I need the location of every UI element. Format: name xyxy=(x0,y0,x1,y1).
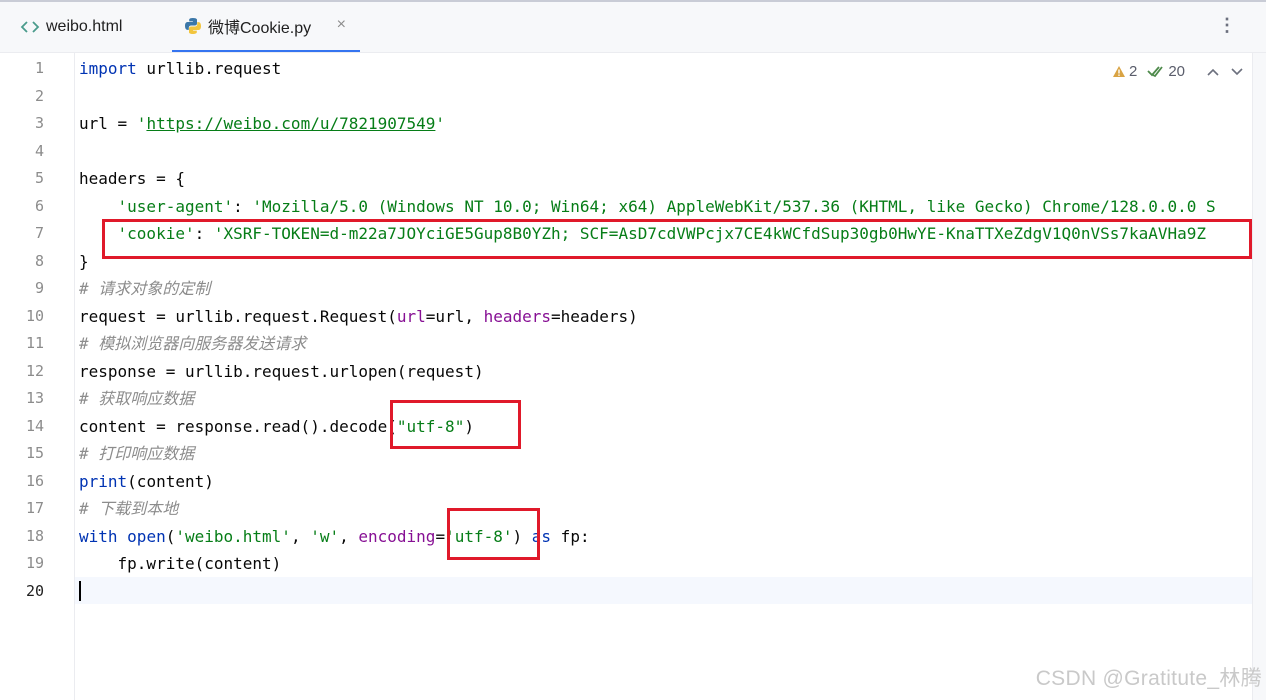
code-token: open xyxy=(127,526,166,546)
code-line[interactable]: 'user-agent': 'Mozilla/5.0 (Windows NT 1… xyxy=(79,193,1216,220)
tab-weibo-cookie-py[interactable]: 微博Cookie.py × xyxy=(172,2,360,52)
code-line[interactable]: import urllib.request xyxy=(79,55,281,82)
code-token: content = response.read().decode( xyxy=(79,416,397,436)
code-token: 'user-agent' xyxy=(117,196,234,216)
code-line[interactable]: url = 'https://weibo.com/u/7821907549' xyxy=(79,110,445,137)
warnings-count: 2 xyxy=(1129,62,1138,80)
code-line[interactable]: # 下载到本地 xyxy=(79,495,178,522)
warning-triangle-icon xyxy=(1113,65,1125,77)
python-icon xyxy=(184,17,202,35)
highlight-box-cookie xyxy=(102,219,1252,259)
tab-label: 微博Cookie.py xyxy=(208,20,312,37)
line-number: 18 xyxy=(25,526,44,545)
line-number: 17 xyxy=(25,499,44,517)
highlight-box-open-encoding xyxy=(447,508,540,560)
code-token: headers = { xyxy=(79,169,185,188)
tab-weibo-html[interactable]: weibo.html xyxy=(20,2,160,52)
line-number: 19 xyxy=(25,554,44,572)
weak-warnings-count: 20 xyxy=(1168,62,1186,80)
code-token: request = urllib.request.Request( xyxy=(79,306,397,326)
line-number: 9 xyxy=(34,279,44,297)
code-token: ' xyxy=(136,114,147,133)
code-token: # 模拟浏览器向服务器发送请求 xyxy=(79,334,307,353)
editor-scrollbar[interactable] xyxy=(1252,53,1266,700)
line-number: 1 xyxy=(34,59,44,77)
current-line-highlight xyxy=(0,577,1252,604)
code-token: (content) xyxy=(127,471,214,491)
code-token: : xyxy=(233,196,253,216)
next-highlight-icon[interactable] xyxy=(1231,64,1243,79)
line-number: 15 xyxy=(25,444,44,462)
code-line[interactable]: # 打印响应数据 xyxy=(79,440,194,467)
code-token: with xyxy=(79,526,118,546)
code-token: , xyxy=(290,526,311,546)
code-token: 'Mozilla/5.0 (Windows NT 10.0; Win64; x6… xyxy=(252,196,1216,216)
text-caret xyxy=(79,581,81,601)
inspection-widget[interactable]: 2 20 xyxy=(1112,60,1243,82)
code-token: url = xyxy=(79,114,137,133)
code-line[interactable]: request = urllib.request.Request(url=url… xyxy=(79,303,638,330)
line-number: 2 xyxy=(34,86,44,105)
code-line[interactable]: response = urllib.request.urlopen(reques… xyxy=(79,358,484,385)
code-token: = xyxy=(435,526,446,546)
code-token: headers xyxy=(483,306,552,326)
highlight-box-decode-encoding xyxy=(390,400,521,449)
code-token: urllib.request xyxy=(136,59,282,78)
line-number: 6 xyxy=(34,196,44,215)
code-line[interactable]: # 请求对象的定制 xyxy=(79,275,210,302)
line-number: 3 xyxy=(34,114,44,132)
more-options-icon[interactable]: ⋮ xyxy=(1218,16,1236,34)
code-token: 'weibo.html' xyxy=(175,526,291,546)
code-token: ' xyxy=(435,114,446,133)
code-token: =url, xyxy=(425,306,484,326)
line-number: 14 xyxy=(25,416,44,435)
code-token: fp.write(content) xyxy=(79,554,282,573)
warnings-indicator[interactable]: 2 xyxy=(1112,63,1137,80)
code-line[interactable]: fp.write(content) xyxy=(79,550,282,577)
code-token: ( xyxy=(165,526,176,546)
code-token: # 获取响应数据 xyxy=(79,389,195,408)
code-token: # 请求对象的定制 xyxy=(79,279,211,298)
line-number: 13 xyxy=(25,389,44,407)
code-token: fp: xyxy=(551,526,590,546)
code-token: # 打印响应数据 xyxy=(79,444,195,463)
code-token: print xyxy=(79,471,128,491)
code-token: } xyxy=(79,251,89,271)
code-token: # 下载到本地 xyxy=(79,499,179,518)
code-line[interactable]: # 模拟浏览器向服务器发送请求 xyxy=(79,330,306,357)
code-token: encoding xyxy=(358,526,436,546)
tab-label: weibo.html xyxy=(46,18,123,35)
watermark: CSDN @Gratitute_林腾 xyxy=(1035,667,1262,690)
close-tab-icon[interactable]: × xyxy=(337,16,346,34)
line-number: 5 xyxy=(34,169,44,187)
code-token: https://weibo.com/u/7821907549 xyxy=(146,114,436,133)
line-number: 7 xyxy=(34,224,44,242)
line-number: 4 xyxy=(34,141,44,160)
code-token: , xyxy=(339,526,359,546)
code-line[interactable]: headers = { xyxy=(79,165,185,192)
code-token: 'w' xyxy=(310,526,340,546)
double-check-icon xyxy=(1147,66,1164,78)
code-line[interactable]: } xyxy=(79,248,89,275)
code-line[interactable]: # 获取响应数据 xyxy=(79,385,194,412)
html-tag-icon xyxy=(20,19,40,35)
code-token: url xyxy=(396,306,426,326)
code-token: response = urllib.request.urlopen(reques… xyxy=(79,361,484,381)
code-token: =headers) xyxy=(551,306,638,326)
line-number: 10 xyxy=(25,306,44,325)
line-number: 16 xyxy=(25,471,44,490)
weak-warnings-indicator[interactable]: 20 xyxy=(1147,63,1185,80)
code-line[interactable]: print(content) xyxy=(79,468,214,495)
previous-highlight-icon[interactable] xyxy=(1207,64,1219,79)
code-token: import xyxy=(79,59,137,78)
line-number: 20 xyxy=(25,581,44,600)
line-number: 8 xyxy=(34,251,44,270)
line-number: 11 xyxy=(25,334,44,352)
editor-tab-bar: weibo.html 微博Cookie.py × ⋮ xyxy=(0,0,1266,53)
line-number: 12 xyxy=(25,361,44,380)
